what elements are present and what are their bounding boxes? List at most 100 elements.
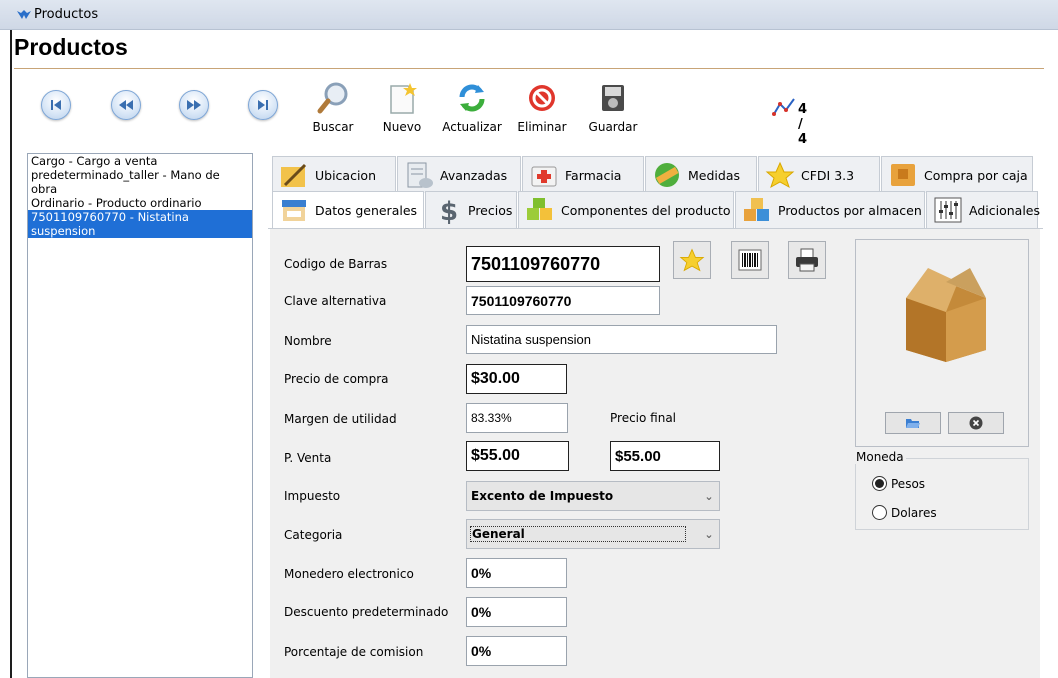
clave-label: Clave alternativa <box>284 294 387 308</box>
first-record-button[interactable] <box>41 90 71 120</box>
barcode-button[interactable] <box>731 241 769 279</box>
tab-productos-por-almacen[interactable]: Productos por almacen <box>735 191 925 228</box>
tab-label: Farmacia <box>565 167 622 183</box>
impuesto-value: Excento de Impuesto <box>471 489 614 503</box>
pencil-note-icon <box>281 163 307 187</box>
tab-label: Adicionales <box>969 202 1040 218</box>
tab-ubicacion[interactable]: Ubicacion <box>272 156 396 193</box>
first-aid-icon <box>531 166 557 187</box>
dollar-icon: $ <box>440 197 458 224</box>
radio-pesos-circle <box>872 476 887 491</box>
title-divider <box>14 68 1044 69</box>
print-button[interactable] <box>788 241 826 279</box>
record-list[interactable]: Cargo - Cargo a venta predeterminado_tal… <box>27 153 253 678</box>
remove-image-button[interactable] <box>948 412 1004 434</box>
boxes-icon <box>744 198 769 221</box>
tab-label: CFDI 3.3 <box>801 167 855 183</box>
delete-button-label: Eliminar <box>517 120 567 134</box>
printer-icon <box>796 248 818 272</box>
tab-label: Compra por caja <box>924 167 1028 183</box>
nombre-field[interactable]: Nistatina suspension <box>466 325 777 354</box>
tab-precios[interactable]: $ Precios <box>425 191 517 228</box>
open-image-button[interactable] <box>885 412 941 434</box>
chevron-down-icon: ⌄ <box>704 527 714 541</box>
delete-button[interactable]: Eliminar <box>507 76 577 136</box>
chart-line-icon <box>772 98 795 116</box>
comision-label: Porcentaje de comision <box>284 645 424 659</box>
chevron-down-icon: ⌄ <box>704 489 714 503</box>
tab-label: Productos por almacen <box>778 202 922 218</box>
precio-compra-label: Precio de compra <box>284 372 389 386</box>
previous-record-button[interactable] <box>111 90 141 120</box>
favorite-button[interactable] <box>673 241 711 279</box>
monedero-field[interactable]: 0% <box>466 558 567 588</box>
precio-compra-field[interactable]: $30.00 <box>466 364 567 394</box>
precio-venta-field[interactable]: $55.00 <box>466 441 569 471</box>
comision-field[interactable]: 0% <box>466 636 567 666</box>
ruler-icon <box>655 163 679 187</box>
tab-label: Datos generales <box>315 202 418 218</box>
tab-label: Precios <box>468 202 513 218</box>
save-icon <box>602 85 624 111</box>
codigo-barras-field[interactable]: 7501109760770 <box>466 246 660 282</box>
last-icon <box>258 100 268 110</box>
save-button[interactable]: Guardar <box>578 76 648 136</box>
tab-cfdi[interactable]: CFDI 3.3 <box>758 156 880 193</box>
product-box-image <box>906 268 986 362</box>
nombre-label: Nombre <box>284 334 332 348</box>
margen-utilidad-field[interactable]: 83.33% <box>466 403 568 433</box>
tab-compra-por-caja[interactable]: Compra por caja <box>881 156 1033 193</box>
tab-label: Medidas <box>688 167 740 183</box>
descuento-field[interactable]: 0% <box>466 597 567 627</box>
tab-label: Ubicacion <box>315 167 377 183</box>
clave-alternativa-field[interactable]: 7501109760770 <box>466 286 660 315</box>
barcode-icon <box>738 249 762 271</box>
list-item[interactable]: Ordinario - Producto ordinario <box>28 196 252 210</box>
search-button[interactable]: Buscar <box>298 76 368 136</box>
window-title-bar: Productos <box>0 0 1058 30</box>
documents-icon <box>407 162 433 188</box>
star-icon <box>765 161 795 189</box>
list-item-selected[interactable]: 7501109760770 - Nistatina suspension <box>28 210 252 238</box>
product-image-panel <box>855 239 1029 447</box>
radio-pesos[interactable]: Pesos <box>872 476 925 491</box>
refresh-icon <box>459 84 485 112</box>
list-item[interactable]: Cargo - Cargo a venta predeterminado_tal… <box>28 154 252 196</box>
precio-final-field[interactable]: $55.00 <box>610 441 720 471</box>
equalizer-icon <box>934 197 962 223</box>
tab-medidas[interactable]: Medidas <box>645 156 757 193</box>
tab-farmacia[interactable]: Farmacia <box>522 156 644 193</box>
window-left-border <box>10 30 12 678</box>
pventa-label: P. Venta <box>284 451 332 465</box>
categoria-label: Categoria <box>284 528 343 542</box>
categoria-value: General <box>470 526 686 542</box>
new-button-label: Nuevo <box>382 120 422 134</box>
categoria-select[interactable]: General ⌄ <box>466 519 720 549</box>
tab-adicionales[interactable]: Adicionales <box>926 191 1040 228</box>
precio-final-label: Precio final <box>610 411 677 425</box>
first-icon <box>51 100 61 110</box>
codigo-label: Codigo de Barras <box>284 257 388 271</box>
record-counter-text: 4 / 4 <box>798 102 808 147</box>
previous-icon <box>119 100 133 110</box>
monedero-label: Monedero electronico <box>284 567 414 581</box>
refresh-button[interactable]: Actualizar <box>437 76 507 136</box>
last-record-button[interactable] <box>248 90 278 120</box>
next-record-button[interactable] <box>179 90 209 120</box>
radio-dolares-label: Dolares <box>891 505 937 520</box>
new-button[interactable]: Nuevo <box>367 76 437 136</box>
search-icon <box>317 82 348 114</box>
datos-generales-panel: Codigo de Barras 7501109760770 Clave alt… <box>270 229 1040 678</box>
impuesto-select[interactable]: Excento de Impuesto ⌄ <box>466 481 720 511</box>
search-button-label: Buscar <box>312 120 354 134</box>
box-icon <box>891 164 915 186</box>
radio-pesos-label: Pesos <box>891 476 926 491</box>
refresh-button-label: Actualizar <box>442 120 502 134</box>
radio-dolares[interactable]: Dolares <box>872 505 937 520</box>
window-title: Productos <box>34 7 99 22</box>
tab-datos-generales[interactable]: Datos generales <box>272 191 424 228</box>
tab-componentes[interactable]: Componentes del producto <box>518 191 734 228</box>
tab-avanzadas[interactable]: Avanzadas <box>397 156 521 193</box>
impuesto-label: Impuesto <box>284 489 341 503</box>
record-counter: 4 / 4 <box>772 96 807 147</box>
